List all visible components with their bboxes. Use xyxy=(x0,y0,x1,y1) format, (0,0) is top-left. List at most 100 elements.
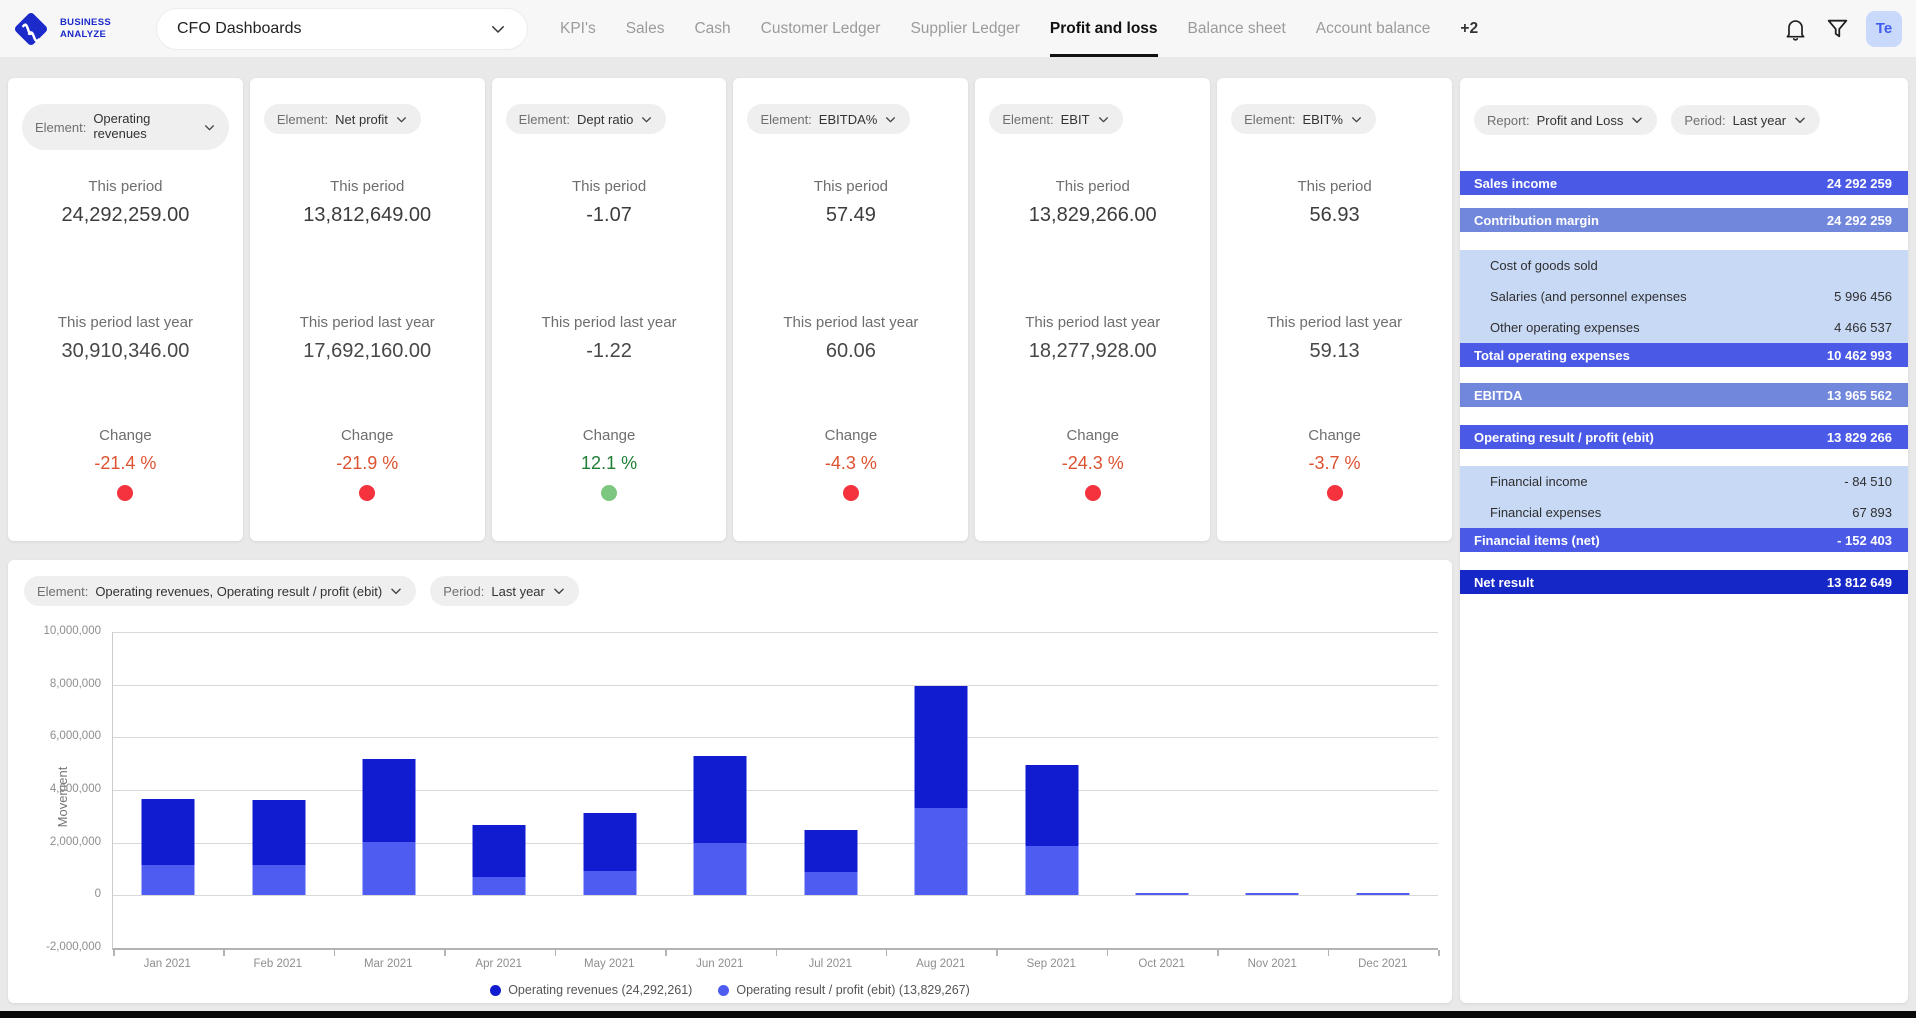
element-selector[interactable]: Element: Operating revenues xyxy=(22,104,229,150)
bar-segment xyxy=(252,864,306,895)
pnl-filters: Report: Profit and Loss Period: Last yea… xyxy=(1460,105,1908,135)
chip-value: EBITDA% xyxy=(818,111,878,127)
chart-y-axis-title: Movement xyxy=(54,766,70,828)
tab-cash[interactable]: Cash xyxy=(694,0,730,57)
tab-kpi-s[interactable]: KPI's xyxy=(560,0,596,57)
brand-logo-icon xyxy=(14,12,48,45)
last-year-value: -1.22 xyxy=(586,340,632,362)
change-indicator-dot xyxy=(359,485,376,501)
y-tick-label: 8,000,000 xyxy=(49,677,101,690)
pnl-period-selector[interactable]: Period: Last year xyxy=(1671,105,1821,135)
avatar-initials: Te xyxy=(1875,20,1893,37)
pnl-panel: Report: Profit and Loss Period: Last yea… xyxy=(1460,78,1908,1003)
pnl-row-label: EBITDA xyxy=(1474,387,1523,403)
pnl-row-label: Financial items (net) xyxy=(1474,532,1600,548)
change-indicator-dot xyxy=(1326,485,1343,501)
change-label: Change xyxy=(824,427,878,444)
legend-label: Operating result / profit (ebit) (13,829… xyxy=(736,983,970,997)
gridline xyxy=(113,895,1438,897)
bar-segment xyxy=(1245,893,1299,895)
pnl-sub-value: 5 996 456 xyxy=(1834,289,1892,304)
pnl-sub-value: 4 466 537 xyxy=(1834,320,1892,335)
x-axis-label: Mar 2021 xyxy=(363,958,413,970)
x-axis-label: Aug 2021 xyxy=(916,958,966,970)
filter-button[interactable] xyxy=(1825,16,1850,41)
y-tick-label: 10,000,000 xyxy=(43,625,101,637)
chart-filters: Element: Operating revenues, Operating r… xyxy=(8,576,1452,606)
x-axis-tick xyxy=(775,950,777,956)
bell-icon xyxy=(1786,20,1805,41)
pnl-sub-row: Other operating expenses 4 466 537 xyxy=(1460,312,1908,343)
chip-value: Operating revenues, Operating result / p… xyxy=(95,583,383,599)
this-period-section: This period 56.93 xyxy=(1217,178,1452,227)
user-avatar[interactable]: Te xyxy=(1866,10,1902,47)
dashboard-content: Element: Operating revenues This period … xyxy=(0,57,1916,1011)
this-period-label: This period xyxy=(571,178,647,195)
element-selector[interactable]: Element: EBIT% xyxy=(1231,104,1376,134)
tab-supplier-ledger[interactable]: Supplier Ledger xyxy=(910,0,1019,57)
chip-label: Element: xyxy=(37,583,89,599)
element-selector[interactable]: Element: EBIT xyxy=(989,104,1123,134)
this-period-section: This period 57.49 xyxy=(733,178,968,227)
this-period-section: This period 24,292,259.00 xyxy=(8,178,243,227)
chip-value: Net profit xyxy=(335,111,388,127)
tab-account-balance[interactable]: Account balance xyxy=(1316,0,1431,57)
pnl-sub-value: 67 893 xyxy=(1852,505,1892,520)
tab-overflow[interactable]: +2 xyxy=(1460,0,1478,57)
change-indicator-dot xyxy=(1084,485,1101,501)
chart-card: Element: Operating revenues, Operating r… xyxy=(8,560,1452,1003)
pnl-row: Total operating expenses 10 462 993 xyxy=(1460,343,1908,367)
bar-segment xyxy=(693,843,747,895)
dashboard-selector-value: CFO Dashboards xyxy=(177,19,302,37)
change-label: Change xyxy=(1308,427,1361,444)
pnl-row: Net result 13 812 649 xyxy=(1460,570,1908,594)
pnl-row: Financial items (net) - 152 403 xyxy=(1460,528,1908,552)
tab-customer-ledger[interactable]: Customer Ledger xyxy=(761,0,881,57)
x-axis-tick xyxy=(223,950,225,956)
chip-value: EBIT xyxy=(1060,111,1090,127)
pnl-sub-label: Cost of goods sold xyxy=(1490,258,1598,273)
pnl-row: EBITDA 13 965 562 xyxy=(1460,383,1908,407)
chart-period-selector[interactable]: Period: Last year xyxy=(430,576,579,606)
pnl-sub-label: Financial expenses xyxy=(1490,505,1602,520)
last-year-section: This period last year 17,692,160.00 xyxy=(250,314,485,363)
legend-item[interactable]: Operating revenues (24,292,261) xyxy=(490,983,692,997)
last-year-label: This period last year xyxy=(1025,314,1161,331)
notifications-button[interactable] xyxy=(1782,15,1809,42)
x-axis-label: Apr 2021 xyxy=(475,958,523,970)
x-axis-tick xyxy=(1217,950,1219,956)
tab-balance-sheet[interactable]: Balance sheet xyxy=(1188,0,1286,57)
element-selector[interactable]: Element: Dept ratio xyxy=(505,104,667,134)
bar-segment xyxy=(472,876,526,895)
bar-segment xyxy=(252,800,306,865)
pnl-row-value: 13 812 649 xyxy=(1826,574,1892,590)
bar-segment xyxy=(362,842,416,895)
topbar-actions: Te xyxy=(1782,10,1902,47)
tab-sales[interactable]: Sales xyxy=(626,0,665,57)
legend-item[interactable]: Operating result / profit (ebit) (13,829… xyxy=(718,983,970,997)
change-value: -4.3 % xyxy=(824,453,877,473)
element-selector[interactable]: Element: EBITDA% xyxy=(747,104,911,134)
this-period-label: This period xyxy=(1055,178,1130,195)
x-axis-tick xyxy=(113,950,115,956)
bar-segment xyxy=(914,807,968,895)
element-selector[interactable]: Element: Net profit xyxy=(263,104,421,134)
x-axis-label: Nov 2021 xyxy=(1247,958,1297,970)
chart-element-selector[interactable]: Element: Operating revenues, Operating r… xyxy=(24,576,417,606)
dashboard-selector[interactable]: CFO Dashboards xyxy=(156,7,528,50)
tab-profit-and-loss[interactable]: Profit and loss xyxy=(1049,0,1158,57)
legend-dot xyxy=(490,984,502,996)
change-label: Change xyxy=(99,427,152,444)
change-section: Change -4.3 % xyxy=(733,427,968,501)
last-year-label: This period last year xyxy=(57,314,193,331)
pnl-sub-group: Financial income - 84 510 Financial expens… xyxy=(1460,466,1908,528)
this-period-value: -1.07 xyxy=(586,204,632,226)
bar-segment xyxy=(1356,893,1410,895)
pnl-sub-row: Financial income - 84 510 xyxy=(1460,466,1908,497)
this-period-section: This period -1.07 xyxy=(492,178,727,227)
last-year-section: This period last year 59.13 xyxy=(1217,314,1452,363)
report-selector[interactable]: Report: Profit and Loss xyxy=(1474,105,1658,135)
chip-label: Element: xyxy=(1244,111,1296,127)
pnl-sub-value: - 84 510 xyxy=(1844,474,1892,489)
brand-line2: ANALYZE xyxy=(60,28,107,40)
